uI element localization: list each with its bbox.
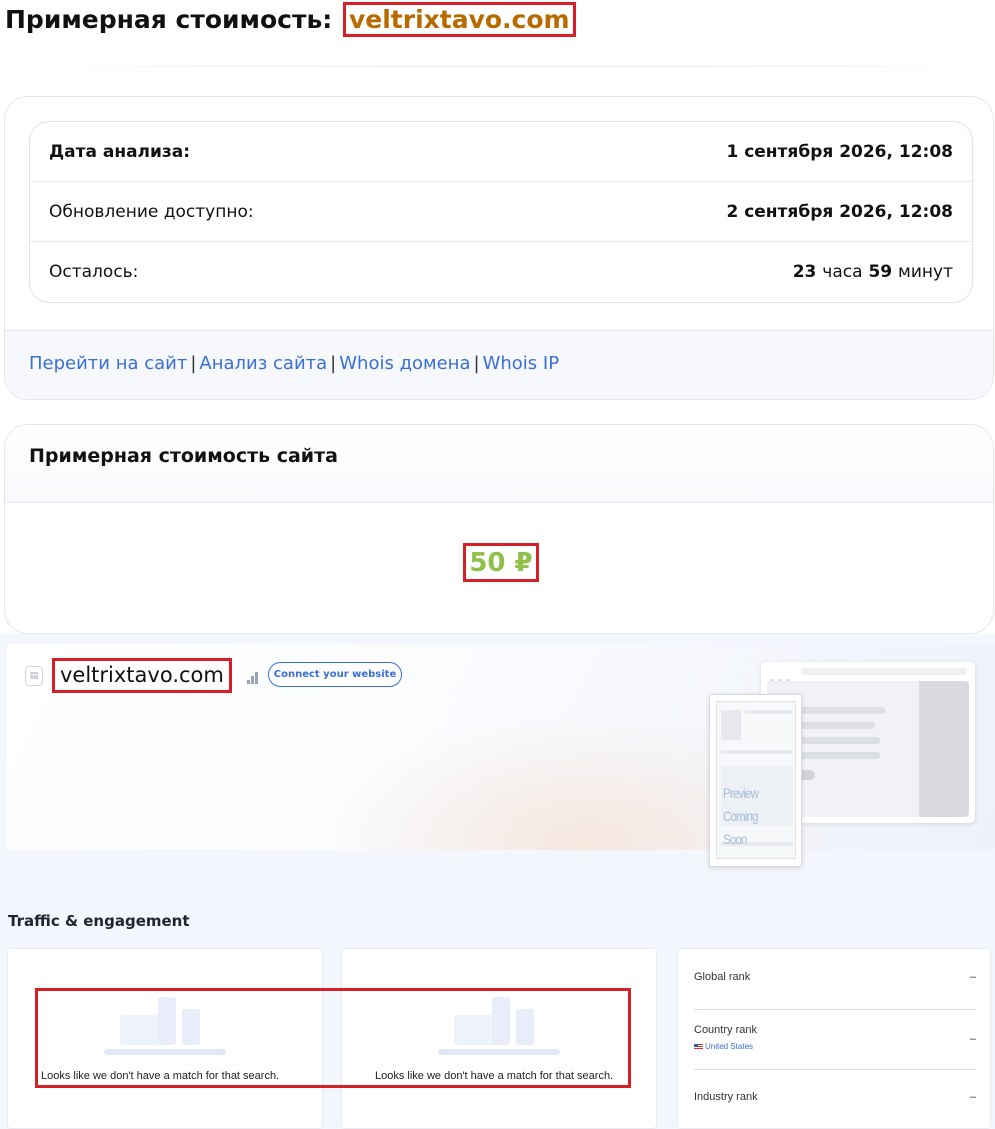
rank-card: Global rank – Country rank United States… (677, 948, 991, 1129)
remaining-row: Осталось: 23 часа 59 минут (30, 242, 972, 302)
link-visit-site[interactable]: Перейти на сайт (29, 353, 187, 374)
price-value: 50 ₽ (463, 543, 539, 582)
remaining-minutes: 59 (868, 262, 893, 282)
site-links-bar: Перейти на сайт | Анализ сайта | Whois домен… (5, 330, 993, 399)
analysis-table: Дата анализа: 1 сентября 2026, 12:08 Обн… (29, 121, 973, 303)
page-title-prefix: Примерная стоимость: (5, 5, 333, 34)
update-available-row: Обновление доступно: 2 сентября 2026, 12… (30, 182, 972, 242)
page-title-domain: veltrixtavo.com (342, 2, 576, 37)
global-rank-label: Global rank (694, 971, 751, 983)
analysis-date-row: Дата анализа: 1 сентября 2026, 12:08 (30, 122, 972, 182)
highlight-frame (35, 988, 631, 1088)
price-card: Примерная стоимость сайта 50 ₽ (4, 424, 994, 634)
title-divider (5, 66, 990, 67)
industry-rank-row: Industry rank – (694, 1091, 976, 1121)
remaining-minutes-unit: минут (898, 262, 953, 282)
us-flag-icon (694, 1044, 703, 1050)
remaining-value: 23 часа 59 минут (793, 262, 953, 282)
traffic-engagement-title: Traffic & engagement (8, 912, 190, 930)
industry-rank-value: – (969, 1091, 976, 1103)
link-separator: | (473, 353, 480, 374)
preview-coming-soon-text: Preview Coming Soon (723, 785, 759, 847)
country-rank-country[interactable]: United States (694, 1042, 753, 1051)
connect-website-button[interactable]: Connect your website (268, 662, 402, 687)
hero-domain: veltrixtavo.com (52, 658, 232, 693)
industry-rank-label: Industry rank (694, 1091, 758, 1103)
analysis-date-label: Дата анализа: (49, 141, 191, 162)
update-available-value: 2 сентября 2026, 12:08 (726, 201, 953, 222)
price-heading: Примерная стоимость сайта (5, 425, 993, 503)
country-rank-row: Country rank United States – (694, 1024, 976, 1070)
mobile-preview-image: Preview Coming Soon (709, 694, 802, 867)
remaining-hours: 23 (792, 262, 817, 282)
link-whois-domain[interactable]: Whois домена (339, 353, 470, 374)
link-separator: | (190, 353, 197, 374)
link-separator: | (330, 353, 337, 374)
country-rank-value: – (969, 1033, 976, 1045)
global-rank-row: Global rank – (694, 971, 976, 1010)
remaining-hours-unit: часа (822, 262, 863, 282)
remaining-label: Осталось: (49, 262, 139, 282)
document-icon: ▤ (25, 666, 43, 686)
link-site-analysis[interactable]: Анализ сайта (199, 353, 327, 374)
link-whois-ip[interactable]: Whois IP (483, 353, 559, 374)
website-hero: ▤ veltrixtavo.com Connect your website P… (7, 644, 995, 867)
update-available-label: Обновление доступно: (49, 201, 254, 222)
signal-bars-icon (247, 672, 261, 684)
analysis-date-value: 1 сентября 2026, 12:08 (726, 141, 953, 162)
country-rank-label: Country rank (694, 1024, 757, 1036)
analysis-card: Дата анализа: 1 сентября 2026, 12:08 Обн… (4, 96, 994, 400)
global-rank-value: – (969, 971, 976, 983)
page-title: Примерная стоимость: veltrixtavo.com (5, 2, 576, 37)
